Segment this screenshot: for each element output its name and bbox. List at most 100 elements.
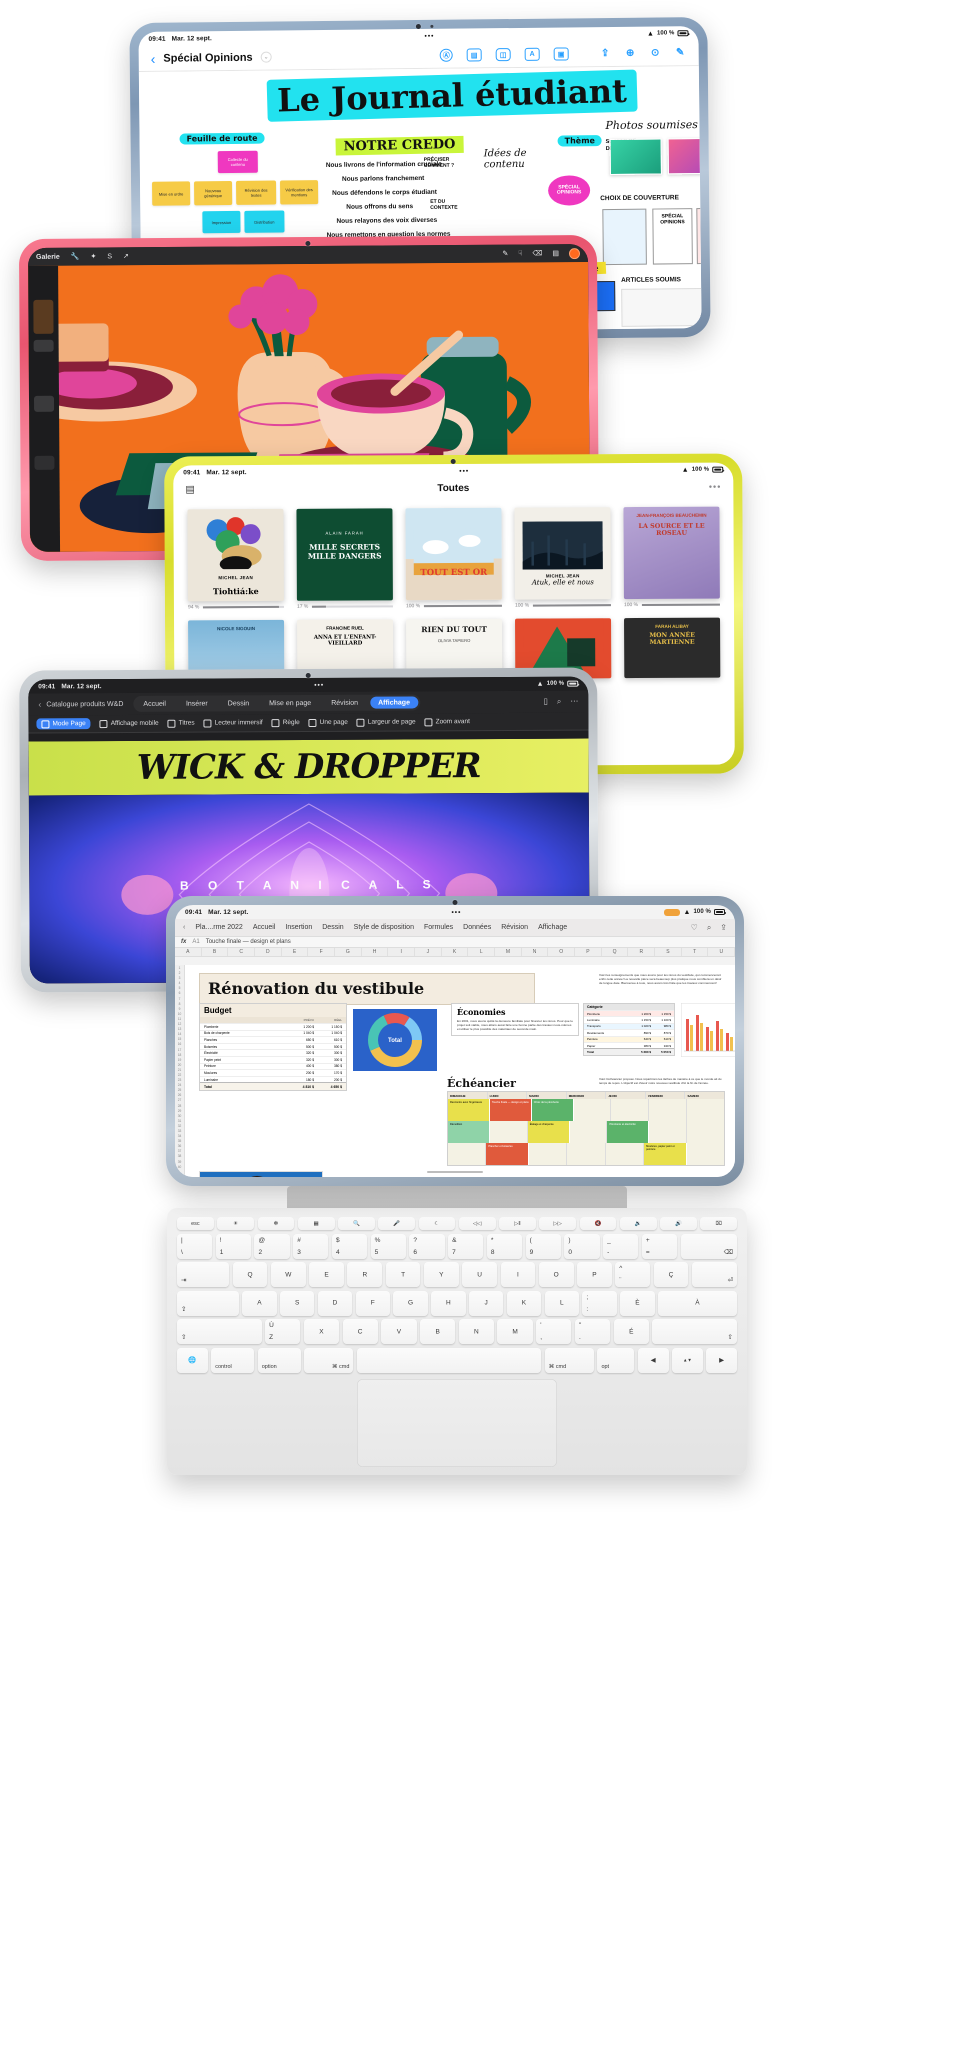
- ribbon-lecteur-immersif[interactable]: Lecteur immersif: [203, 719, 263, 728]
- tab-affichage[interactable]: Affichage: [538, 924, 567, 931]
- credo-title[interactable]: NOTRE CREDO: [335, 135, 464, 156]
- tab-inserer[interactable]: Insérer: [178, 697, 216, 709]
- col-H[interactable]: H: [362, 948, 389, 956]
- chevron-down-icon[interactable]: ⌄: [260, 51, 272, 63]
- key-7[interactable]: & 7: [448, 1233, 484, 1259]
- key-1[interactable]: ! 1: [215, 1233, 251, 1259]
- col-Q[interactable]: Q: [602, 948, 629, 956]
- key-y[interactable]: Y: [423, 1262, 459, 1287]
- document-title[interactable]: Pla....rme 2022: [195, 924, 242, 931]
- credo-line[interactable]: Nous offrons du sens: [346, 203, 413, 211]
- mindmap-center-node[interactable]: SPÉCIAL OPINIONS: [547, 175, 591, 206]
- key-play-pause[interactable]: ▷‖: [499, 1217, 536, 1230]
- tab-accueil[interactable]: Accueil: [253, 924, 276, 931]
- key-q[interactable]: Q: [232, 1262, 268, 1287]
- key-arrow-up-down[interactable]: ▲▼: [672, 1347, 703, 1373]
- schedule-task[interactable]: Plancher et boiseries: [486, 1143, 529, 1165]
- layer-chip[interactable]: [33, 395, 55, 412]
- key-cedilla[interactable]: Ç: [653, 1262, 689, 1287]
- schedule-task[interactable]: Plomberie et électricité: [607, 1121, 650, 1143]
- article-thumbnail[interactable]: [621, 287, 702, 327]
- book-item[interactable]: MICHEL JEAN Tiohtiá:ke 94 %: [187, 508, 284, 610]
- wand-icon[interactable]: ✦: [90, 252, 96, 260]
- key-e-grave[interactable]: È: [620, 1290, 655, 1316]
- schedule-task[interactable]: Moulures, papier peint et peinture: [644, 1143, 687, 1165]
- table-row[interactable]: Plomberie 1 200 $1 150 $: [200, 1023, 346, 1030]
- sticky-note[interactable]: Distribution: [244, 210, 285, 233]
- key-volume-up[interactable]: 🔊: [660, 1217, 697, 1230]
- key-w[interactable]: W: [270, 1262, 306, 1287]
- key-h[interactable]: H: [431, 1290, 466, 1316]
- key-spotlight[interactable]: 🔍: [338, 1217, 375, 1230]
- col-O[interactable]: O: [548, 948, 576, 956]
- key-mute[interactable]: 🔇: [579, 1217, 617, 1230]
- bar-chart[interactable]: [681, 1003, 735, 1057]
- key-x[interactable]: X: [303, 1319, 340, 1344]
- key-8[interactable]: * 8: [486, 1233, 523, 1259]
- key-v[interactable]: V: [381, 1319, 417, 1344]
- sticky-note[interactable]: Collecte du contenu: [217, 150, 258, 174]
- economies-block[interactable]: Économies En 2001, nous avons quitté la …: [451, 1003, 579, 1036]
- key-backslash[interactable]: | \: [177, 1233, 213, 1259]
- key-delete[interactable]: ⌫: [680, 1233, 737, 1259]
- key-s[interactable]: S: [280, 1290, 315, 1316]
- photo-thumbnail[interactable]: [667, 137, 702, 175]
- col-T[interactable]: T: [682, 948, 709, 956]
- sticky-note-icon[interactable]: ▤: [466, 48, 482, 62]
- credo-note[interactable]: PRÉCISER COMMENT ?: [424, 157, 460, 169]
- col-U[interactable]: U: [708, 948, 735, 956]
- col-G[interactable]: G: [335, 948, 362, 956]
- key-brightness-down[interactable]: ☀: [217, 1217, 254, 1230]
- share-icon[interactable]: ⇪: [599, 47, 612, 60]
- col-L[interactable]: L: [468, 948, 496, 956]
- key-9[interactable]: (9: [525, 1233, 561, 1259]
- tab-mise-en-page[interactable]: Mise en page: [261, 697, 319, 709]
- comment-icon[interactable]: ♡: [691, 923, 698, 933]
- multitask-dots[interactable]: •••: [459, 467, 469, 474]
- schedule-task[interactable]: Choix de la plomberie: [531, 1099, 574, 1121]
- tab-formules[interactable]: Formules: [424, 924, 453, 931]
- sticky-note[interactable]: Vérification des mentions: [279, 180, 319, 205]
- table-row[interactable]: Papier 380 $340 $: [584, 1041, 674, 1048]
- key-arrow-right[interactable]: ▶: [706, 1347, 738, 1373]
- credo-line[interactable]: Nous parlons franchement: [342, 175, 424, 183]
- col-C[interactable]: C: [228, 948, 256, 956]
- key-o[interactable]: O: [538, 1262, 574, 1287]
- table-row[interactable]: Planches 650 $610 $: [200, 1036, 346, 1043]
- key-g[interactable]: G: [393, 1290, 428, 1316]
- key-control[interactable]: control: [211, 1347, 255, 1373]
- photo-thumbnail[interactable]: [609, 138, 662, 176]
- credo-line[interactable]: Nous défendons le corps étudiant: [332, 189, 437, 197]
- col-K[interactable]: K: [442, 948, 469, 956]
- more-icon[interactable]: ⊙: [649, 46, 662, 59]
- book-item[interactable]: JEAN-FRANÇOIS BEAUCHEMIN LA SOURCE ET LE…: [623, 506, 720, 608]
- key-command-right[interactable]: ⌘ cmd: [544, 1347, 594, 1373]
- share-icon[interactable]: ⇪: [720, 923, 727, 933]
- sheet-note[interactable]: Voici les renseignements que nous avons …: [599, 973, 725, 986]
- key-command-left[interactable]: ⌘ cmd: [304, 1347, 354, 1373]
- pen-circle-icon[interactable]: Ⓐ: [439, 48, 453, 62]
- trackpad[interactable]: [357, 1378, 557, 1467]
- key-return[interactable]: ⏎: [691, 1262, 738, 1287]
- cell-reference[interactable]: A1: [192, 939, 199, 945]
- articles-label[interactable]: ARTICLES SOUMIS: [621, 276, 681, 284]
- col-M[interactable]: M: [495, 948, 522, 956]
- key-5[interactable]: % 5: [370, 1233, 406, 1259]
- key-globe[interactable]: 🌐: [177, 1347, 208, 1373]
- book-item[interactable]: FARAH ALIBAY MON ANNÉE MARTIENNE: [624, 617, 721, 679]
- category-table[interactable]: Catégorie Plomberie 1 200 $1 150 $ Lumina…: [583, 1003, 675, 1057]
- key-do-not-disturb[interactable]: ☾: [418, 1217, 456, 1230]
- gallery-button[interactable]: Galerie: [36, 253, 60, 260]
- ribbon-largeur-de-page[interactable]: Largeur de page: [356, 718, 416, 727]
- col-S[interactable]: S: [655, 948, 682, 956]
- key-p[interactable]: P: [577, 1262, 612, 1287]
- key-d[interactable]: D: [317, 1290, 353, 1316]
- key-fast-forward[interactable]: ▷▷: [539, 1217, 576, 1230]
- ribbon-regle[interactable]: Règle: [271, 718, 300, 727]
- key-j[interactable]: J: [469, 1290, 504, 1316]
- table-row[interactable]: Transports 1 020 $980 $: [584, 1022, 674, 1030]
- key-4[interactable]: $4: [331, 1233, 368, 1259]
- key-rewind[interactable]: ◁◁: [458, 1217, 496, 1230]
- tab-accueil[interactable]: Accueil: [135, 698, 174, 710]
- tab-affichage[interactable]: Affichage: [370, 696, 418, 709]
